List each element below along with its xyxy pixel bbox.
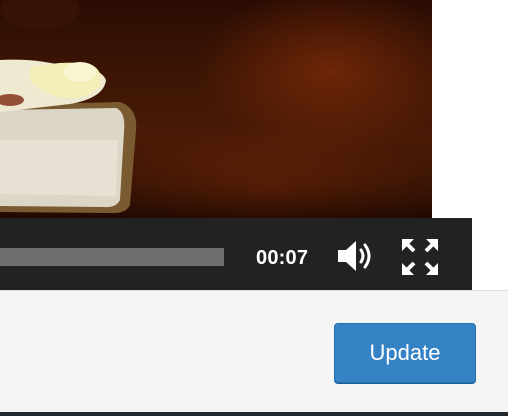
fullscreen-icon	[402, 239, 438, 275]
current-time: 00:07	[256, 247, 309, 269]
publish-actions-bar: Update	[0, 290, 508, 413]
progress-bar[interactable]	[0, 248, 224, 266]
update-button[interactable]: Update	[334, 323, 476, 383]
video-controls-bar: 00:07	[0, 218, 472, 290]
volume-button[interactable]	[336, 238, 376, 274]
video-still-image	[0, 0, 432, 218]
bottom-border	[0, 412, 508, 416]
fullscreen-button[interactable]	[400, 237, 440, 277]
video-frame[interactable]	[0, 0, 432, 218]
speaker-icon	[338, 241, 371, 271]
progress-fill	[0, 248, 224, 266]
